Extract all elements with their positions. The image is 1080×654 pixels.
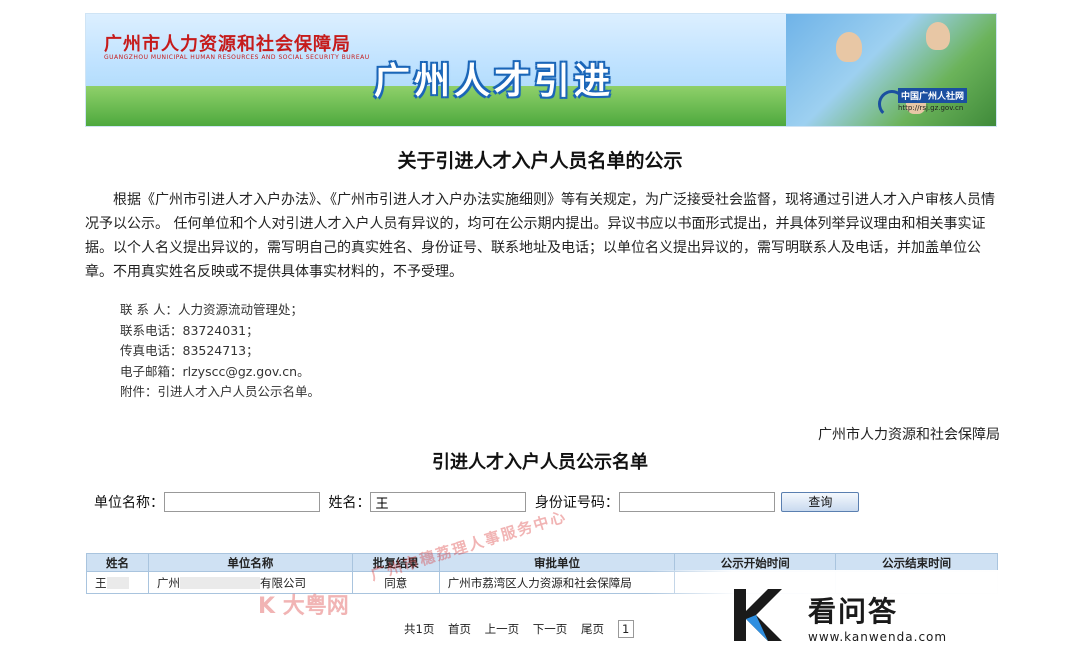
- page-number-input[interactable]: 1: [617, 620, 634, 638]
- red-watermark-logo: K 大粤网: [258, 594, 349, 619]
- bureau-name-english: GUANGZHOU MUNICIPAL HUMAN RESOURCES AND …: [104, 54, 370, 61]
- notice-body: 根据《广州市引进人才入户办法》、《广州市引进人才入户办法实施细则》等有关规定，为…: [85, 192, 995, 280]
- id-number-input[interactable]: [618, 492, 775, 512]
- unit-prefix: 广州: [156, 575, 180, 590]
- watermark-brand: 看问答: [808, 595, 899, 628]
- first-page-link[interactable]: 首页: [448, 622, 471, 636]
- redacted-block: [106, 577, 129, 589]
- banner-person: [836, 32, 862, 62]
- contact-person: 联 系 人：人力资源流动管理处；: [120, 302, 303, 317]
- watermark-url: www.kanwenda.com: [808, 630, 948, 644]
- banner-person: [926, 22, 950, 50]
- prev-page-link[interactable]: 上一页: [485, 622, 520, 636]
- site-logo[interactable]: 中国广州人社网 http://rsj.gz.gov.cn: [878, 84, 990, 120]
- notice-title: 关于引进人才入户人员名单的公示: [397, 150, 683, 172]
- column-header[interactable]: 公示开始时间: [674, 553, 837, 572]
- logo-url: http://rsj.gz.gov.cn: [898, 104, 964, 112]
- unit-label: 单位名称：: [94, 495, 164, 511]
- column-header[interactable]: 单位名称: [147, 553, 353, 572]
- next-page-link[interactable]: 下一页: [533, 622, 568, 636]
- column-header[interactable]: 审批单位: [438, 553, 676, 572]
- name-label: 姓名：: [328, 495, 371, 511]
- contact-email: 电子邮箱：rlzyscc@gz.gov.cn。: [120, 363, 310, 379]
- query-button[interactable]: 查询: [781, 492, 860, 512]
- list-title: 引进人才入户人员公示名单: [432, 452, 648, 473]
- column-header[interactable]: 公示结束时间: [835, 553, 998, 572]
- redacted-block: [179, 577, 260, 589]
- column-header[interactable]: 姓名: [86, 553, 149, 572]
- contact-info: 联 系 人：人力资源流动管理处； 联系电话：83724031； 传真电话：835…: [120, 300, 320, 403]
- attachment-note: 附件：引进人才入户人员公示名单。: [120, 384, 321, 399]
- pagination: 共1页 首页 上一页 下一页 尾页 1: [404, 620, 644, 638]
- last-page-link[interactable]: 尾页: [581, 622, 604, 636]
- contact-fax: 传真电话：83524713；: [120, 343, 259, 358]
- name-text: 王: [95, 575, 107, 590]
- id-label: 身份证号码：: [534, 495, 619, 511]
- k-logo-icon: [734, 589, 782, 641]
- search-form: 单位名称： 姓名： 身份证号码： 查询: [94, 492, 860, 512]
- logo-text: 中国广州人社网: [898, 88, 968, 103]
- header-banner: 广州市人力资源和社会保障局 GUANGZHOU MUNICIPAL HUMAN …: [85, 13, 997, 127]
- banner-headline: 广州人才引进: [374, 61, 615, 102]
- cell-approver: 广州市荔湾区人力资源和社会保障局: [438, 571, 676, 594]
- unit-name-input[interactable]: [164, 492, 320, 512]
- bureau-name: 广州市人力资源和社会保障局: [104, 34, 351, 55]
- notice-signature: 广州市人力资源和社会保障局: [818, 427, 1000, 443]
- cell-name: 王: [86, 571, 149, 594]
- table-header-row: 姓名 单位名称 批复结果 审批单位 公示开始时间 公示结束时间: [86, 553, 998, 572]
- page-total: 共1页: [404, 621, 435, 636]
- person-name-input[interactable]: [370, 492, 527, 512]
- contact-phone: 联系电话：83724031；: [120, 322, 259, 338]
